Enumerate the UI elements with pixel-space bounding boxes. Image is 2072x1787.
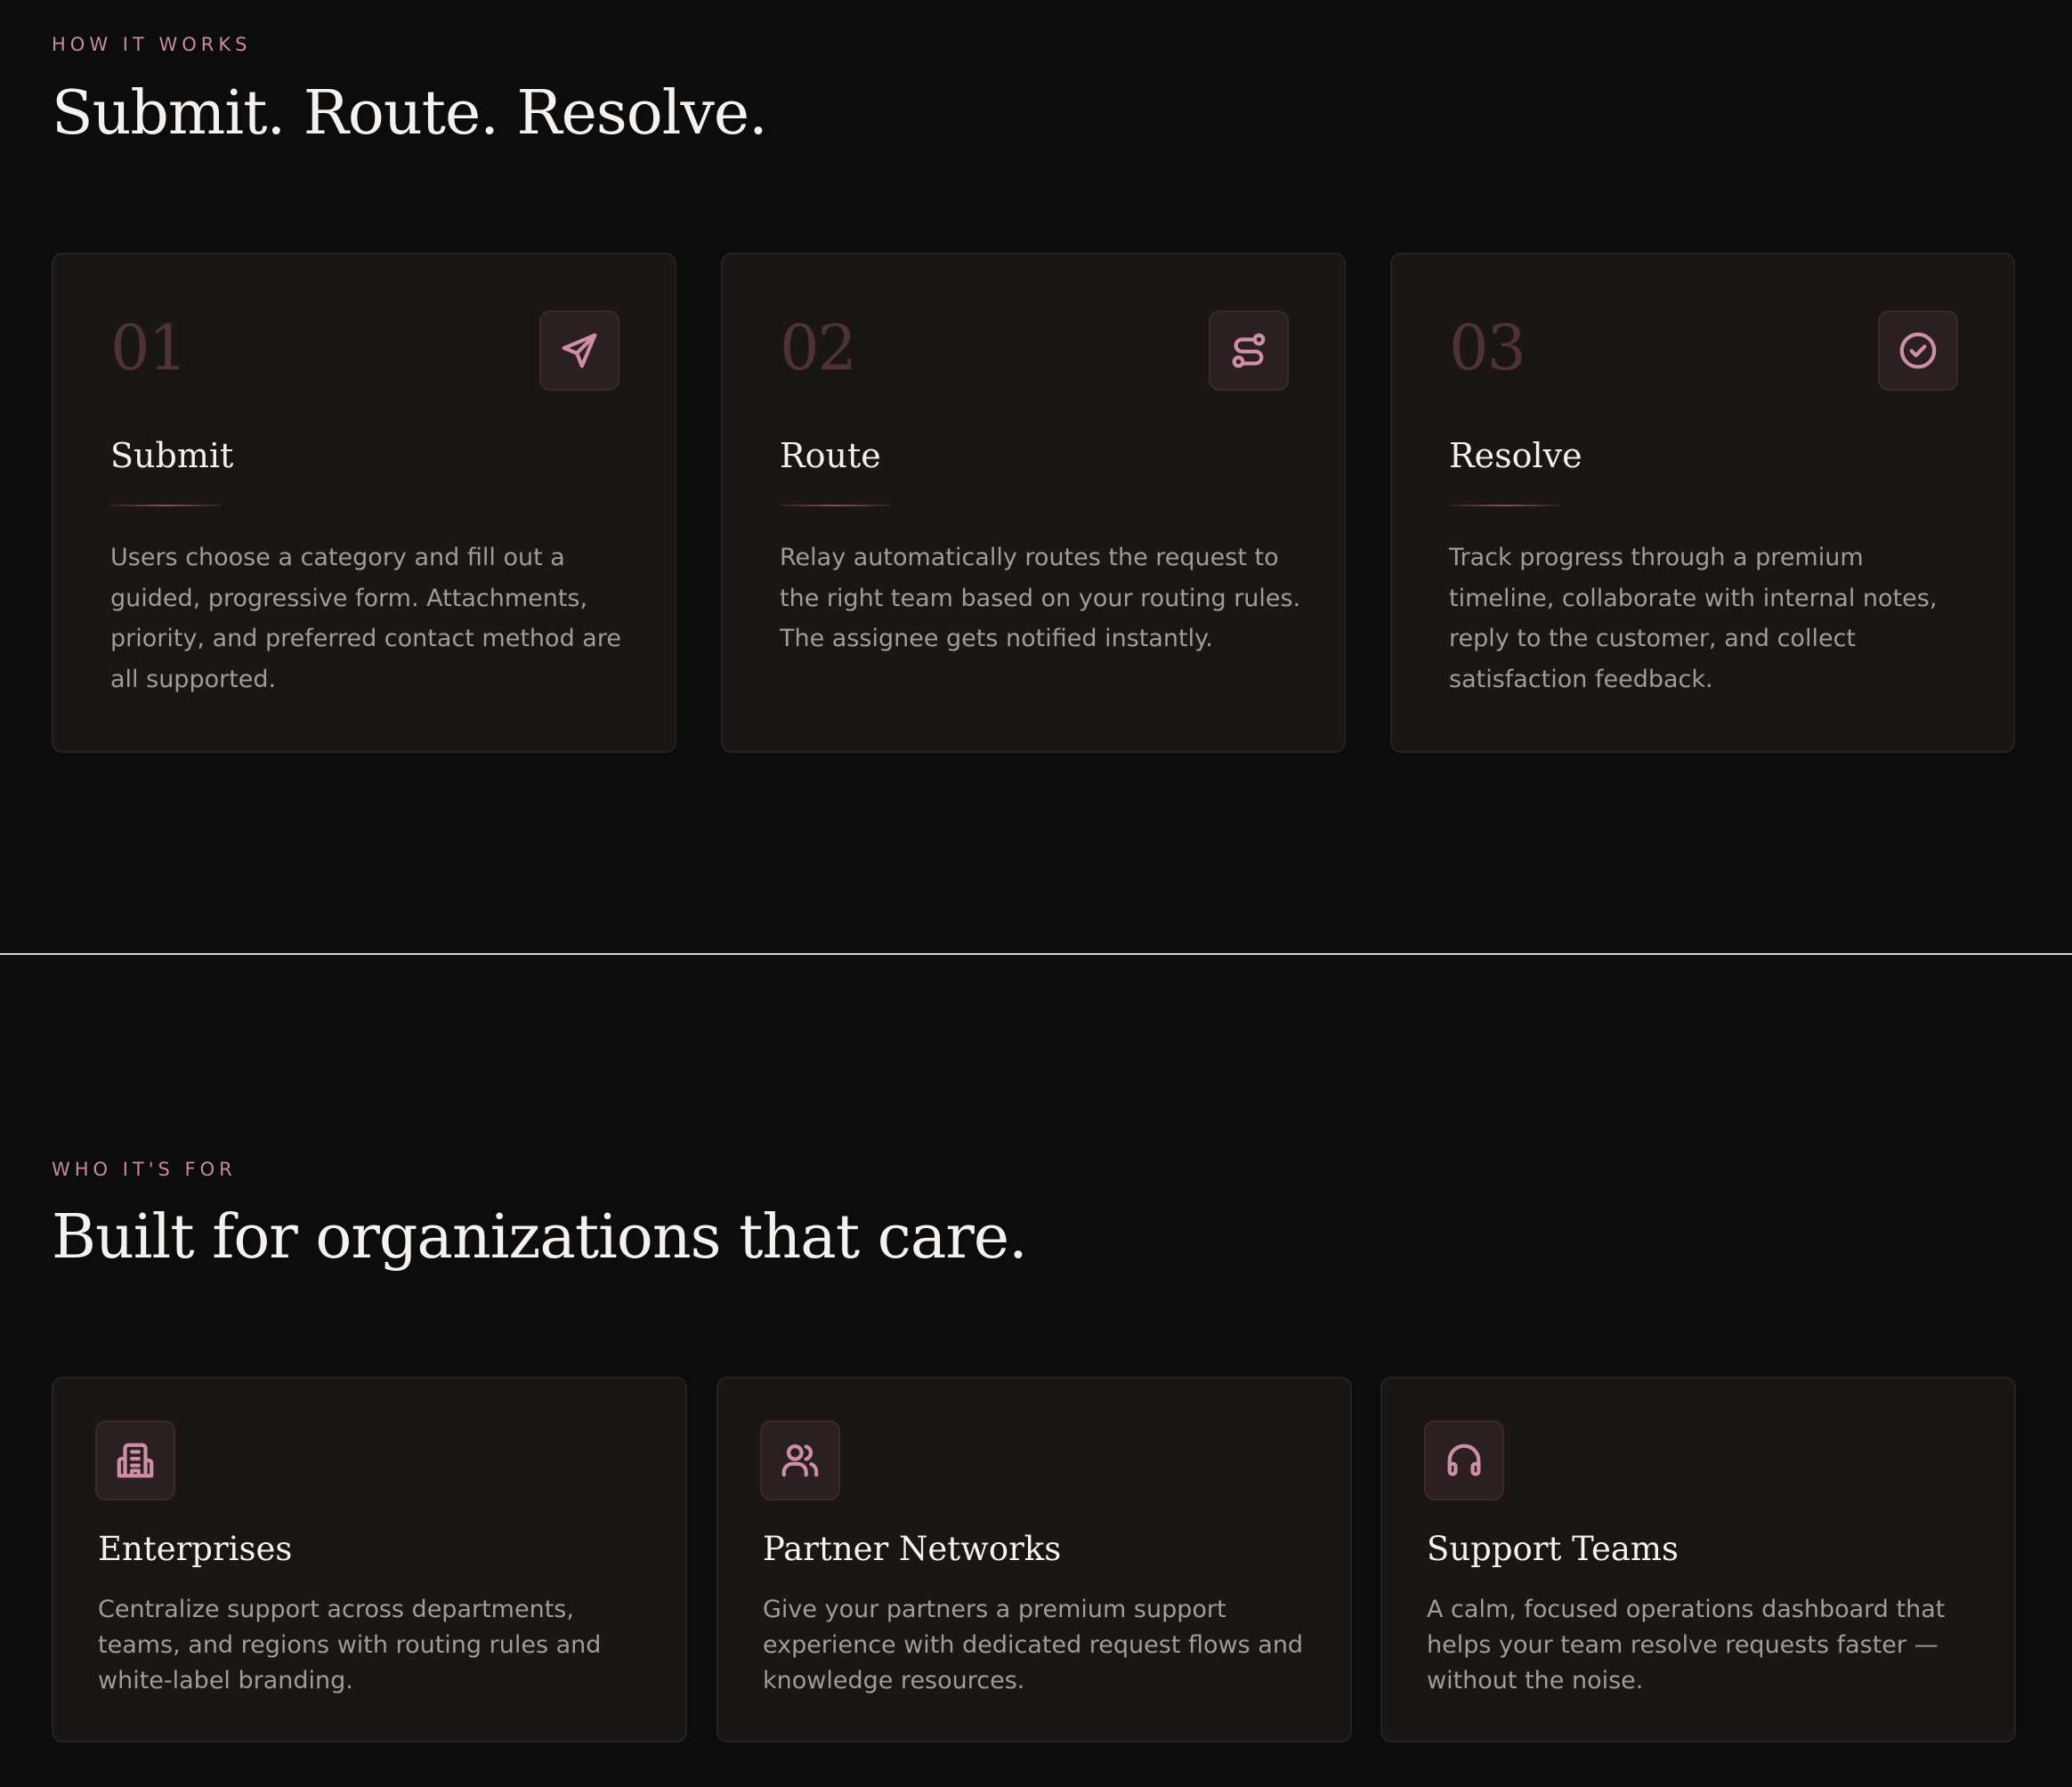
audience-title: Enterprises [98, 1530, 293, 1568]
route-icon [1232, 333, 1266, 368]
step-description: Relay automatically routes the request t… [780, 544, 1301, 652]
step-title: Resolve [1449, 436, 1582, 475]
audience-title: Partner Networks [763, 1530, 1062, 1568]
step-description: Track progress through a premium timelin… [1449, 544, 1938, 693]
audience-description: A calm, focused operations dashboard tha… [1427, 1596, 1946, 1694]
audience-icon-box [95, 1420, 175, 1500]
audience-description: Centralize support across departments, t… [98, 1596, 602, 1694]
audience-card-partner-networks: Partner Networks Give your partners a pr… [716, 1377, 1352, 1743]
audience-icon-box [760, 1420, 840, 1500]
step-number: 02 [780, 311, 857, 384]
how-it-works-headline: Submit. Route. Resolve. [52, 78, 768, 149]
step-title: Submit [110, 436, 234, 475]
how-it-works-section: HOW IT WORKS Submit. Route. Resolve. 01 … [0, 0, 2072, 953]
send-icon [562, 333, 597, 368]
step-card-submit: 01 Submit Users choose a category and fi… [52, 253, 676, 753]
step-icon-box [1878, 311, 1958, 391]
who-its-for-eyebrow: WHO IT'S FOR [52, 1159, 237, 1180]
accent-divider [1449, 505, 1559, 506]
step-icon-box [539, 311, 619, 391]
step-description: Users choose a category and fill out a g… [110, 544, 621, 693]
audience-card-support-teams: Support Teams A calm, focused operations… [1380, 1377, 2016, 1743]
accent-divider [780, 505, 890, 506]
step-number: 01 [110, 311, 188, 384]
headphones-icon [1447, 1443, 1481, 1476]
step-number: 03 [1449, 311, 1526, 384]
check-circle-icon [1899, 332, 1937, 369]
step-icon-box [1209, 311, 1289, 391]
audience-card-enterprises: Enterprises Centralize support across de… [52, 1377, 687, 1743]
audience-icon-box [1424, 1420, 1504, 1500]
step-card-resolve: 03 Resolve Track progress through a prem… [1390, 253, 2015, 753]
how-it-works-eyebrow: HOW IT WORKS [52, 34, 252, 55]
users-icon [781, 1443, 819, 1477]
building-icon [117, 1443, 154, 1478]
audience-title: Support Teams [1427, 1530, 1679, 1568]
step-title: Route [780, 436, 881, 475]
who-its-for-headline: Built for organizations that care. [52, 1202, 1028, 1273]
accent-divider [110, 505, 221, 506]
step-card-route: 02 Route Relay automatically routes the … [721, 253, 1346, 753]
audience-description: Give your partners a premium support exp… [763, 1596, 1304, 1694]
